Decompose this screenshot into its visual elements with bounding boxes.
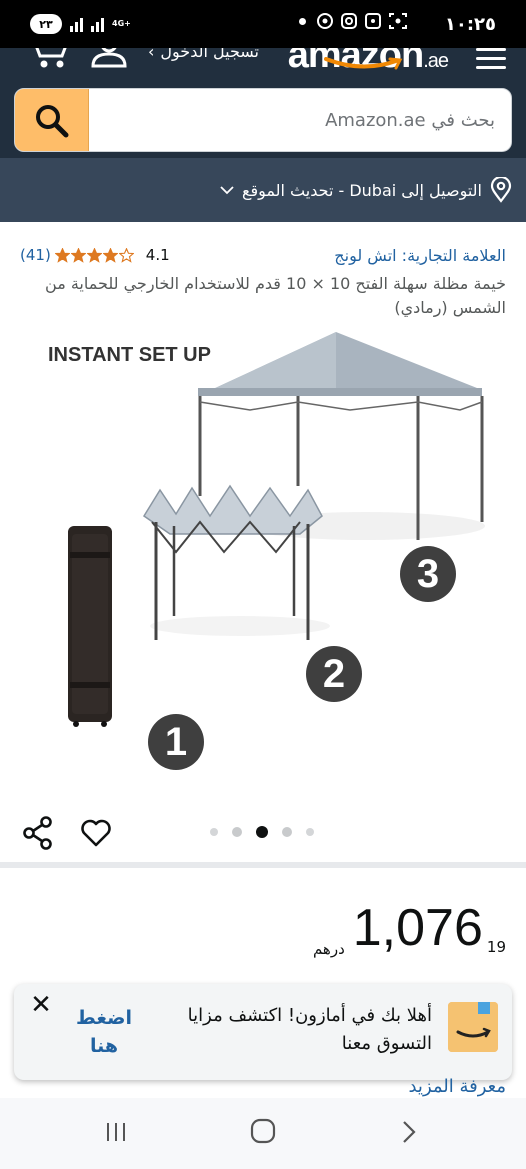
- notification-dot-icon: [299, 17, 306, 25]
- pagination-dot[interactable]: [282, 827, 292, 837]
- share-icon[interactable]: [22, 816, 54, 850]
- learn-more-link[interactable]: معرفة المزيد: [408, 1076, 506, 1097]
- battery-level: ٢٣: [39, 17, 53, 31]
- instagram-icon: [341, 13, 357, 29]
- welcome-cta-button[interactable]: اضغط هنا: [72, 1004, 136, 1060]
- cart-icon[interactable]: [30, 48, 78, 70]
- star-filled-icon: [102, 247, 118, 263]
- recent-apps-icon[interactable]: [104, 1120, 128, 1144]
- chevron-left-icon: ‹: [148, 48, 155, 61]
- price: درهم 1,076 19: [313, 898, 506, 958]
- rating[interactable]: (41) 4.1: [20, 246, 170, 264]
- search-button[interactable]: [15, 89, 89, 151]
- product-title: خيمة مظلة سهلة الفتح 10 × 10 قدم للاستخد…: [45, 274, 506, 317]
- network-type: 4G+: [112, 19, 131, 28]
- user-icon[interactable]: [90, 48, 128, 68]
- star-filled-icon: [86, 247, 102, 263]
- brand-rating-row: العلامة التجارية: اتش لونج (41) 4.1: [20, 246, 506, 270]
- star-empty-icon: [118, 247, 134, 263]
- back-icon[interactable]: [400, 1120, 420, 1144]
- search-icon: [35, 105, 68, 138]
- instant-setup-label: INSTANT SET UP: [46, 342, 213, 369]
- price-currency: درهم: [312, 940, 345, 958]
- pagination-dot-active[interactable]: [256, 826, 268, 838]
- product-image-gallery[interactable]: 1 2 3: [0, 326, 526, 796]
- section-divider: [0, 862, 526, 868]
- home-icon[interactable]: [250, 1118, 276, 1144]
- delivery-location-text: التوصيل إلى Dubai - تحديث الموقع: [241, 180, 482, 200]
- close-icon[interactable]: ✕: [28, 992, 54, 1018]
- status-bar: ٢٣ 4G+ ١٠:٢٥: [0, 0, 526, 48]
- system-nav-bar: [0, 1098, 526, 1169]
- screen-record-icon: [389, 13, 407, 29]
- signin-label: تسجيل الدخول: [160, 48, 259, 61]
- amazon-smile-icon: [324, 57, 403, 70]
- price-whole: 1,076: [352, 899, 483, 957]
- search-box: [14, 88, 512, 152]
- step-badge-3: 3: [400, 546, 456, 602]
- chevron-down-icon: [220, 186, 234, 195]
- star-filled-icon: [54, 247, 70, 263]
- header: amazon.ae ‹ تسجيل الدخول: [0, 48, 526, 158]
- hamburger-icon[interactable]: [476, 48, 506, 70]
- star-filled-icon: [70, 247, 86, 263]
- star-rating: [54, 247, 134, 263]
- signal-icon: [70, 16, 83, 32]
- step-badge-1: 1: [148, 714, 204, 770]
- pagination-dot[interactable]: [306, 828, 314, 836]
- location-pin-icon: [490, 177, 512, 203]
- status-left-icons: ٢٣ 4G+: [30, 14, 131, 34]
- signal-icon-2: [91, 16, 104, 32]
- heart-icon[interactable]: [80, 818, 112, 848]
- rating-count[interactable]: (41): [20, 246, 51, 264]
- whatsapp-icon: [317, 13, 333, 29]
- pagination-dot[interactable]: [232, 827, 242, 837]
- welcome-text: أهلا بك في أمازون! اكتشف مزايا التسوق مع…: [187, 1005, 432, 1054]
- search-input[interactable]: [91, 89, 511, 151]
- brand-link[interactable]: العلامة التجارية: اتش لونج: [334, 246, 506, 265]
- welcome-banner: ✕ اضغط هنا أهلا بك في أمازون! اكتشف مزاي…: [14, 984, 512, 1080]
- header-top: amazon.ae ‹ تسجيل الدخول: [0, 48, 526, 80]
- pagination-dot[interactable]: [210, 828, 218, 836]
- status-right-icons: [299, 12, 408, 30]
- logo-tld: .ae: [423, 50, 449, 72]
- battery-icon: ٢٣: [30, 14, 62, 34]
- gallery-pagination: [210, 826, 314, 838]
- camera-icon: [365, 13, 381, 29]
- step-badge-2: 2: [306, 646, 362, 702]
- price-fraction: 19: [486, 938, 506, 956]
- signin-link[interactable]: ‹ تسجيل الدخول: [148, 48, 259, 61]
- rating-value: 4.1: [145, 246, 170, 264]
- status-time: ١٠:٢٥: [444, 14, 496, 35]
- delivery-location-bar[interactable]: التوصيل إلى Dubai - تحديث الموقع: [0, 158, 526, 222]
- amazon-box-icon: [448, 1002, 498, 1052]
